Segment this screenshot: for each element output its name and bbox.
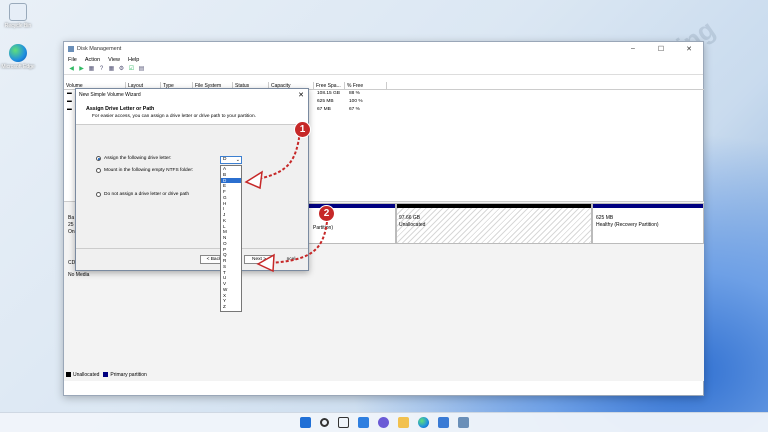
radio-icon	[96, 168, 101, 173]
check-icon[interactable]: ☑	[128, 66, 135, 73]
taskbar	[0, 412, 768, 432]
cancel-button[interactable]: ncel	[278, 255, 304, 264]
app-icon	[68, 45, 74, 52]
col-percent-free[interactable]: % Free	[345, 82, 387, 90]
grid-icon[interactable]: ▦	[88, 66, 95, 73]
new-simple-volume-wizard: New Simple Volume Wizard ✕ Assign Drive …	[75, 88, 309, 271]
desktop-icon-label: Recycle Bin	[4, 23, 32, 29]
desktop-edge[interactable]: Microsoft Edge	[1, 44, 35, 70]
drive-icon: ▬	[67, 91, 72, 96]
free-space-value: 625 MB	[317, 99, 334, 104]
forward-arrow-icon[interactable]: ▶	[78, 66, 85, 73]
mount-folder-label: Mount in the following empty NTFS folder…	[104, 168, 194, 173]
close-button[interactable]: ✕	[675, 45, 703, 53]
mount-folder-radio[interactable]: Mount in the following empty NTFS folder…	[96, 168, 193, 173]
wizard-title-bar: New Simple Volume Wizard ✕	[76, 89, 308, 100]
wizard-title: New Simple Volume Wizard	[79, 91, 141, 98]
drive-letter-select[interactable]: D ⌄	[220, 156, 242, 164]
help-icon[interactable]: ?	[98, 66, 105, 73]
desktop-icon-label: Microsoft Edge	[1, 64, 35, 70]
wizard-close-button[interactable]: ✕	[294, 91, 308, 99]
recovery-size: 625 MB	[596, 215, 614, 221]
free-space-value: 108.15 GB	[317, 91, 340, 96]
store-icon[interactable]	[437, 417, 449, 428]
disk-management-icon[interactable]	[457, 417, 469, 428]
free-space-value: 67 MB	[317, 107, 331, 112]
file-explorer-icon[interactable]	[397, 417, 409, 428]
start-icon[interactable]	[299, 417, 311, 428]
radio-selected-icon	[96, 156, 101, 161]
maximize-button[interactable]: ☐	[647, 45, 675, 53]
recovery-partition-cell[interactable]: 625 MB Healthy (Recovery Partition)	[592, 203, 704, 244]
selected-letter: D	[223, 157, 227, 162]
menu-view[interactable]: View	[108, 57, 120, 63]
menu-action[interactable]: Action	[85, 57, 100, 63]
percent-free-value: 100 %	[349, 99, 363, 104]
toolbar: ◀ ▶ ▦ ? ▦ ⚙ ☑ ▤	[64, 65, 703, 75]
next-button[interactable]: Next >	[244, 255, 274, 264]
col-free-space[interactable]: Free Spa...	[314, 82, 345, 90]
assign-letter-label: Assign the following drive letter:	[104, 156, 172, 161]
recycle-bin-icon	[9, 3, 27, 21]
widgets-icon[interactable]	[357, 417, 369, 428]
chat-icon[interactable]	[377, 417, 389, 428]
unallocated-size: 97.66 GB	[399, 215, 421, 221]
assign-letter-radio[interactable]: Assign the following drive letter:	[96, 156, 171, 161]
task-view-icon[interactable]	[337, 417, 349, 428]
unallocated-cell[interactable]: 97.66 GB Unallocated	[396, 203, 592, 244]
drive-icon: ▬	[67, 107, 72, 112]
wizard-subheading: For easier access, you can assign a driv…	[92, 114, 256, 119]
no-letter-label: Do not assign a drive letter or drive pa…	[104, 192, 190, 197]
properties-icon[interactable]: ▤	[138, 66, 145, 73]
legend: Unallocated Primary partition	[66, 372, 147, 378]
title-bar: Disk Management – ☐ ✕	[64, 42, 703, 55]
wizard-heading: Assign Drive Letter or Path	[86, 106, 155, 112]
legend-primary: Primary partition	[103, 372, 147, 378]
minimize-button[interactable]: –	[619, 45, 647, 53]
search-icon[interactable]	[319, 418, 329, 427]
menu-bar: File Action View Help	[64, 55, 703, 65]
callout-badge-1: 1	[294, 121, 311, 138]
legend-unallocated: Unallocated	[66, 372, 99, 378]
settings-icon[interactable]: ⚙	[118, 66, 125, 73]
drive-icon: ▬	[67, 99, 72, 104]
desktop-recycle-bin[interactable]: Recycle Bin	[1, 3, 35, 29]
wizard-header: Assign Drive Letter or Path For easier a…	[76, 100, 308, 125]
radio-icon	[96, 192, 101, 197]
menu-help[interactable]: Help	[128, 57, 139, 63]
percent-free-value: 67 %	[349, 107, 360, 112]
unallocated-label: Unallocated	[399, 222, 426, 228]
drive-letter-option[interactable]: Z	[221, 304, 241, 310]
window-title: Disk Management	[77, 45, 122, 52]
percent-free-value: 88 %	[349, 91, 360, 96]
back-arrow-icon[interactable]: ◀	[68, 66, 75, 73]
no-letter-radio[interactable]: Do not assign a drive letter or drive pa…	[96, 192, 189, 197]
drive-letter-dropdown: ABDEFGHIJKLMNOPQRSTUVWXYZ	[220, 165, 242, 312]
chevron-down-icon: ⌄	[235, 157, 240, 163]
menu-file[interactable]: File	[68, 57, 77, 63]
grid-icon[interactable]: ▦	[108, 66, 115, 73]
wizard-footer: < Back Next > ncel	[76, 248, 308, 270]
edge-icon	[9, 44, 27, 62]
edge-icon[interactable]	[417, 417, 429, 428]
callout-badge-2: 2	[318, 205, 335, 222]
recovery-label: Healthy (Recovery Partition)	[596, 222, 659, 228]
